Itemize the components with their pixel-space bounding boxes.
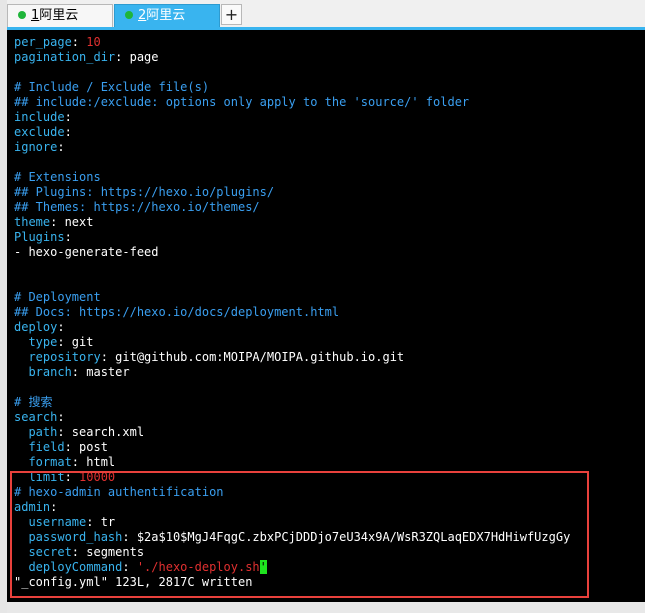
terminal-line: - hexo-generate-feed	[14, 245, 570, 260]
terminal-line: ignore:	[14, 140, 570, 155]
terminal-line: ## Themes: https://hexo.io/themes/	[14, 200, 570, 215]
tab-bar: 1阿里云 2阿里云 +	[7, 3, 645, 27]
tab-label: 阿里云	[39, 8, 79, 23]
terminal-line: format: html	[14, 455, 570, 470]
terminal-line: # Deployment	[14, 290, 570, 305]
terminal-text: : master	[71, 365, 130, 379]
terminal-text: 10	[86, 35, 101, 49]
terminal-text: ## Themes: https://hexo.io/themes/	[14, 200, 260, 214]
terminal-line: ## Docs: https://hexo.io/docs/deployment…	[14, 305, 570, 320]
terminal-text: Plugins	[14, 230, 65, 244]
terminal-text: # 搜索	[14, 395, 53, 409]
terminal-text: :	[64, 230, 72, 244]
terminal-text: ignore	[14, 140, 58, 154]
terminal-text: :	[64, 110, 72, 124]
terminal-line: # Include / Exclude file(s)	[14, 80, 570, 95]
terminal-text: :	[64, 125, 72, 139]
terminal-text: : git	[57, 335, 94, 349]
terminal-line: repository: git@github.com:MOIPA/MOIPA.g…	[14, 350, 570, 365]
terminal-line: type: git	[14, 335, 570, 350]
terminal-text: :	[57, 140, 65, 154]
highlight-annotation-box	[10, 471, 589, 598]
terminal-line: exclude:	[14, 125, 570, 140]
terminal-text: : post	[64, 440, 108, 454]
terminal-text: : git@github.com:MOIPA/MOIPA.github.io.g…	[100, 350, 405, 364]
terminal-text: :	[57, 320, 65, 334]
terminal-line: search:	[14, 410, 570, 425]
terminal-text: field	[14, 440, 65, 454]
terminal-line: field: post	[14, 440, 570, 455]
terminal-text: deploy	[14, 320, 58, 334]
terminal-text: type	[14, 335, 58, 349]
terminal-line: theme: next	[14, 215, 570, 230]
terminal-text: : html	[71, 455, 116, 469]
terminal-text: : search.xml	[57, 425, 145, 439]
terminal-text: format	[14, 455, 72, 469]
terminal-text: branch	[14, 365, 72, 379]
terminal-text: :	[71, 35, 87, 49]
terminal-line: path: search.xml	[14, 425, 570, 440]
terminal-text: :	[57, 410, 65, 424]
terminal-text: ## include:/exclude: options only apply …	[14, 95, 470, 109]
terminal-text: theme	[14, 215, 51, 229]
connection-status-icon	[18, 11, 26, 19]
terminal-line: # 搜索	[14, 395, 570, 410]
terminal-text: repository	[14, 350, 101, 364]
terminal-text: path	[14, 425, 58, 439]
terminal-text: : page	[115, 50, 159, 64]
tab-session-2[interactable]: 2阿里云	[114, 4, 220, 27]
terminal-line: include:	[14, 110, 570, 125]
connection-status-icon	[125, 11, 133, 19]
terminal-line: ## include:/exclude: options only apply …	[14, 95, 570, 110]
terminal-text: ## Docs: https://hexo.io/docs/deployment…	[14, 305, 340, 319]
terminal-line: ## Plugins: https://hexo.io/plugins/	[14, 185, 570, 200]
status-bar	[7, 602, 645, 613]
terminal-line: Plugins:	[14, 230, 570, 245]
terminal-line: per_page: 10	[14, 35, 570, 50]
window-left-edge	[0, 0, 7, 613]
terminal-text: : next	[50, 215, 94, 229]
terminal-text: exclude	[14, 125, 65, 139]
terminal-line: # Extensions	[14, 170, 570, 185]
terminal-text: # Deployment	[14, 290, 101, 304]
terminal-line: pagination_dir: page	[14, 50, 570, 65]
terminal-text: per_page	[14, 35, 72, 49]
terminal-text: pagination_dir	[14, 50, 116, 64]
terminal-text: # Extensions	[14, 170, 101, 184]
terminal-line: branch: master	[14, 365, 570, 380]
terminal-text: include	[14, 110, 65, 124]
terminal-line: deploy:	[14, 320, 570, 335]
tab-label: 阿里云	[146, 8, 186, 23]
tab-session-1[interactable]: 1阿里云	[7, 4, 113, 27]
terminal-text: - hexo-generate-feed	[14, 245, 159, 259]
terminal-text: ## Plugins: https://hexo.io/plugins/	[14, 185, 275, 199]
terminal-text: search	[14, 410, 58, 424]
terminal-text: # Include / Exclude file(s)	[14, 80, 210, 94]
new-tab-button[interactable]: +	[221, 4, 242, 25]
